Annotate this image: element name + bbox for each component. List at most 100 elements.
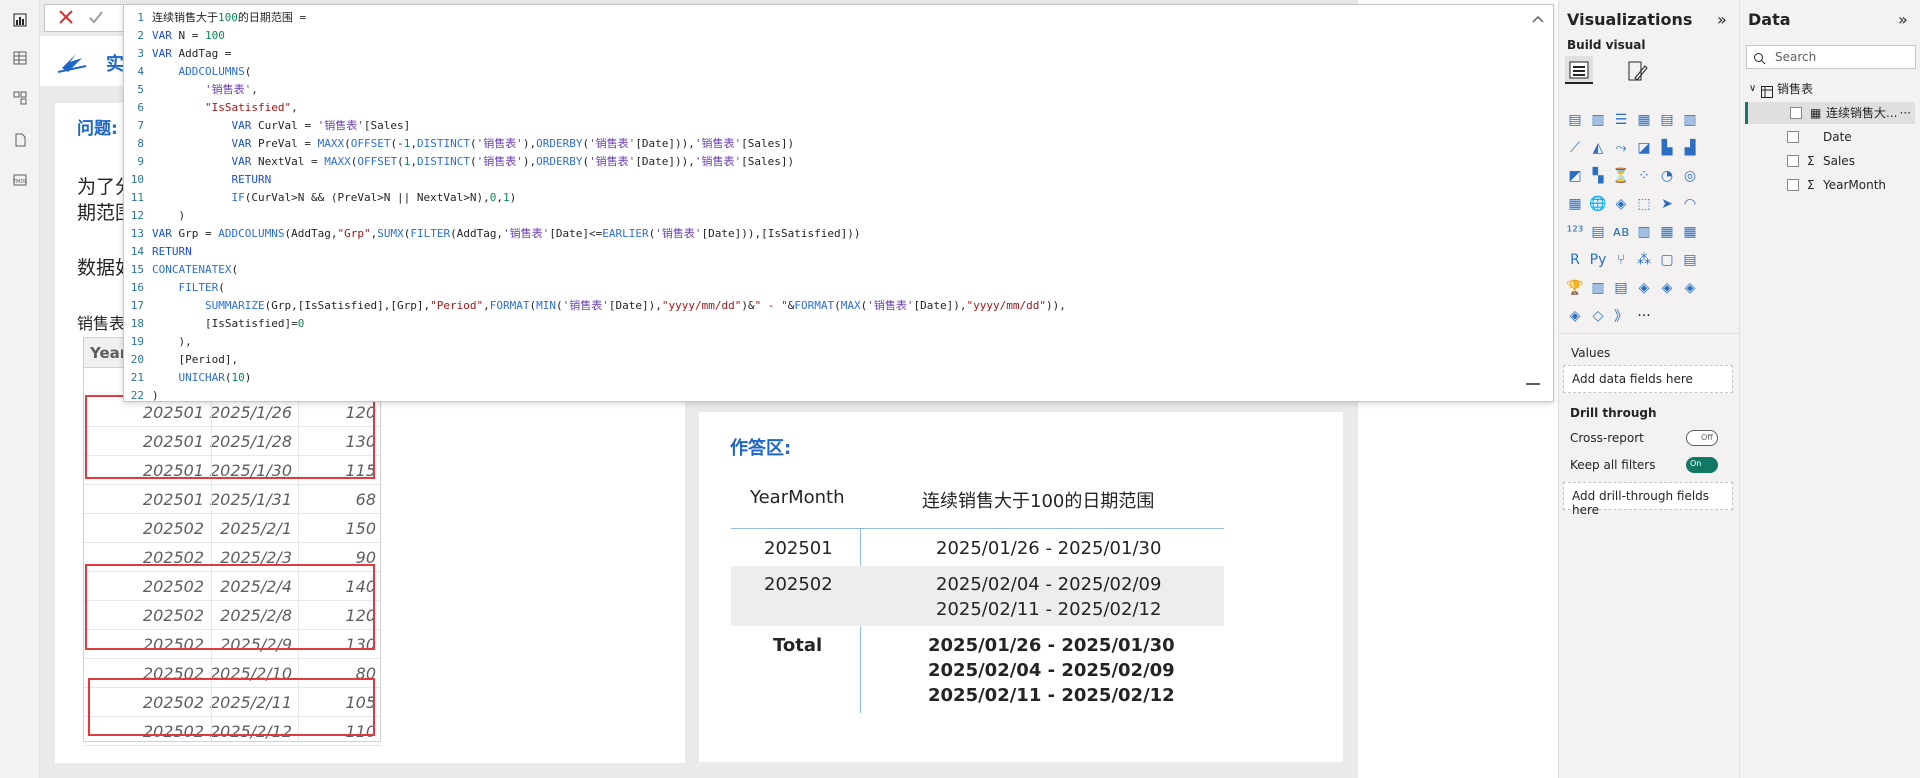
field-name: 连续销售大... <box>1826 106 1898 120</box>
drill-through-well[interactable]: Add drill-through fields here <box>1563 482 1733 517</box>
qa-icon[interactable]: ▢ <box>1657 250 1677 270</box>
100-bar-chart-icon[interactable]: ▤ <box>1657 110 1677 130</box>
area-chart-icon[interactable]: ◭ <box>1588 138 1608 158</box>
close-icon[interactable] <box>57 8 75 30</box>
list-slicer-icon[interactable]: ◈ <box>1565 306 1585 326</box>
chevron-up-icon[interactable] <box>1532 13 1544 27</box>
table-node[interactable]: ∨ 销售表 <box>1745 78 1915 100</box>
100-area-chart-icon[interactable]: ◪ <box>1634 138 1654 158</box>
collapse-pane-icon[interactable]: » <box>1717 10 1727 29</box>
cell-date: 2025/2/1 <box>220 519 292 538</box>
report-view-icon[interactable] <box>10 10 30 30</box>
keep-all-filters-label: Keep all filters <box>1570 458 1656 472</box>
field-checkbox[interactable] <box>1787 131 1799 143</box>
shape-map-icon[interactable]: ⬚ <box>1634 194 1654 214</box>
table-name: 销售表 <box>1777 82 1814 96</box>
gauge-icon[interactable]: ◠ <box>1680 194 1700 214</box>
smart-narrative-icon[interactable]: ▤ <box>1680 250 1700 270</box>
line-column-chart-icon[interactable]: ▙ <box>1657 138 1677 158</box>
data-search-input[interactable]: Search <box>1746 45 1916 69</box>
slicer-icon[interactable]: ▥ <box>1634 222 1654 242</box>
visualizations-title: Visualizations <box>1567 10 1693 29</box>
model-view-icon[interactable] <box>10 88 30 108</box>
cross-report-label: Cross-report <box>1570 431 1644 445</box>
azure-map-icon[interactable]: ➤ <box>1657 194 1677 214</box>
table-icon[interactable]: ▦ <box>1657 222 1677 242</box>
table-row: 202501 2025/1/31 68 <box>84 485 382 514</box>
clustered-bar-chart-icon[interactable]: ☰ <box>1611 110 1631 130</box>
more-options-icon[interactable]: ··· <box>1900 102 1911 124</box>
format-visual-icon[interactable] <box>1625 60 1649 86</box>
diamond-visual-icon[interactable]: ◇ <box>1588 306 1608 326</box>
matrix-icon[interactable]: ▦ <box>1680 222 1700 242</box>
minimize-icon[interactable] <box>1526 383 1540 385</box>
search-icon <box>1753 50 1766 69</box>
field-item[interactable]: ▦ 连续销售大... ··· <box>1745 102 1915 124</box>
chevron-visual-icon[interactable]: 》 <box>1611 306 1631 326</box>
collapse-data-pane-icon[interactable]: » <box>1898 10 1908 29</box>
keep-all-filters-toggle[interactable]: On <box>1686 457 1718 473</box>
table-view-icon[interactable] <box>10 48 30 68</box>
values-well[interactable]: Add data fields here <box>1563 365 1733 393</box>
answer-row2-val1: 2025/02/04 - 2025/02/09 <box>936 574 1162 595</box>
field-item[interactable]: Σ Sales <box>1745 150 1915 172</box>
field-name: Sales <box>1823 154 1855 168</box>
answer-row1-ym: 202501 <box>764 538 833 559</box>
donut-chart-icon[interactable]: ◎ <box>1680 166 1700 186</box>
answer-col-yearmonth: YearMonth <box>750 487 845 508</box>
dax-query-view-icon[interactable] <box>10 130 30 150</box>
decomposition-tree-icon[interactable]: ⁂ <box>1634 250 1654 270</box>
azure-visual-icon[interactable]: ▤ <box>1611 278 1631 298</box>
dax-formula-editor[interactable]: 1 连续销售大于100的日期范围 = 2 VAR N = 100 3 VAR AddTag… <box>123 4 1554 402</box>
values-label: Values <box>1571 346 1611 360</box>
line-chart-icon[interactable]: ⟋ <box>1565 138 1585 158</box>
view-switcher-rail: TMDL <box>0 0 40 778</box>
more-visuals-icon[interactable]: ··· <box>1634 306 1654 326</box>
cell-yearmonth: 202501 <box>142 490 204 509</box>
paginated-report-icon[interactable]: ▥ <box>1588 278 1608 298</box>
field-item[interactable]: Σ YearMonth <box>1745 174 1915 196</box>
line-clustered-column-icon[interactable]: ▟ <box>1680 138 1700 158</box>
field-checkbox[interactable] <box>1790 107 1802 119</box>
dax-line: 18 [IsSatisfied]=0 <box>130 317 305 330</box>
answer-total-val3: 2025/02/11 - 2025/02/12 <box>928 685 1175 706</box>
waterfall-chart-icon[interactable]: ▚ <box>1588 166 1608 186</box>
card-icon[interactable]: ¹²³ <box>1565 222 1585 242</box>
ribbon-chart-icon[interactable]: ◩ <box>1565 166 1585 186</box>
cross-report-toggle[interactable]: Off <box>1686 430 1718 446</box>
tmdl-view-icon[interactable]: TMDL <box>10 170 30 190</box>
power-apps-icon[interactable]: ◈ <box>1634 278 1654 298</box>
stacked-column-chart-icon[interactable]: ▥ <box>1588 110 1608 130</box>
dax-line: 15 CONCATENATEX( <box>130 263 239 276</box>
check-icon[interactable] <box>87 8 105 30</box>
power-automate-icon[interactable]: ◈ <box>1657 278 1677 298</box>
answer-col-range: 连续销售大于100的日期范围 <box>922 491 1155 512</box>
field-item[interactable]: Date <box>1745 126 1915 148</box>
treemap-icon[interactable]: ▦ <box>1565 194 1585 214</box>
kpi-icon[interactable]: ᴀʙ <box>1611 222 1631 242</box>
r-visual-icon[interactable]: R <box>1565 250 1585 270</box>
formula-actions <box>44 4 124 32</box>
field-checkbox[interactable] <box>1787 155 1799 167</box>
100-column-chart-icon[interactable]: ▥ <box>1680 110 1700 130</box>
funnel-chart-icon[interactable]: ⏳ <box>1611 166 1631 186</box>
build-visual-tab[interactable] <box>1565 56 1593 84</box>
button-slicer-icon[interactable]: ◈ <box>1680 278 1700 298</box>
dax-line: 12 ) <box>130 209 186 222</box>
key-influencers-icon[interactable]: ⑂ <box>1611 250 1631 270</box>
multi-row-card-icon[interactable]: ▤ <box>1588 222 1608 242</box>
clustered-column-chart-icon[interactable]: ▦ <box>1634 110 1654 130</box>
map-icon[interactable]: 🌐 <box>1588 194 1608 214</box>
question-label: 问题: <box>77 119 118 139</box>
dax-line: 2 VAR N = 100 <box>137 29 225 42</box>
scatter-chart-icon[interactable]: ⁘ <box>1634 166 1654 186</box>
python-visual-icon[interactable]: Py <box>1588 250 1608 270</box>
dax-line: 14 RETURN <box>130 245 192 258</box>
stacked-area-chart-icon[interactable]: ⤳ <box>1611 138 1631 158</box>
field-checkbox[interactable] <box>1787 179 1799 191</box>
metrics-icon[interactable]: 🏆 <box>1565 278 1585 298</box>
pie-chart-icon[interactable]: ◔ <box>1657 166 1677 186</box>
stacked-bar-chart-icon[interactable]: ▤ <box>1565 110 1585 130</box>
dax-line: 11 IF(CurVal>N && (PreVal>N || NextVal>N… <box>130 191 517 204</box>
filled-map-icon[interactable]: ◈ <box>1611 194 1631 214</box>
